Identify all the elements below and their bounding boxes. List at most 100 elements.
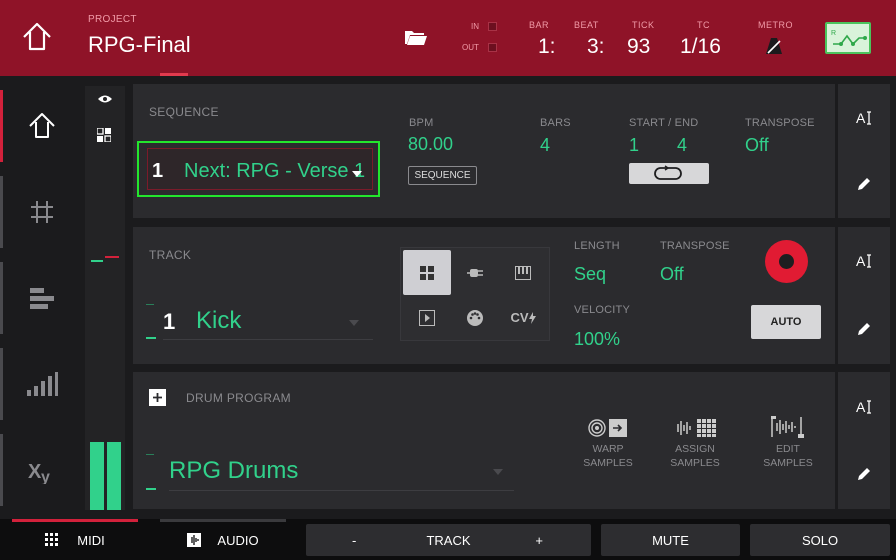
chevron-down-icon[interactable]	[349, 320, 359, 326]
loop-start-value[interactable]: 1	[629, 135, 639, 156]
pad-grid-icon[interactable]	[97, 128, 111, 142]
sequence-transpose-label: TRANSPOSE	[745, 117, 815, 129]
record-icon	[779, 254, 794, 269]
edit-pencil-icon[interactable]	[856, 176, 872, 192]
warp-line1: WARP	[592, 443, 624, 455]
nav-active-bar	[0, 90, 3, 162]
folder-icon[interactable]	[404, 28, 428, 46]
tc-label: TC	[697, 20, 710, 30]
track-transpose-value[interactable]: Off	[660, 264, 684, 285]
velocity-value[interactable]: 100%	[574, 329, 620, 350]
track-name[interactable]: Kick	[196, 307, 241, 335]
track-type-drum[interactable]	[403, 250, 451, 295]
mixer-levels-icon	[26, 372, 58, 396]
header-underline	[0, 73, 896, 76]
mute-button[interactable]: MUTE	[601, 524, 740, 556]
assign-line1: ASSIGN	[675, 443, 715, 455]
length-value[interactable]: Seq	[574, 264, 606, 285]
program-name-underline	[169, 490, 514, 491]
home-icon[interactable]	[20, 20, 54, 54]
tick-value[interactable]: 93	[627, 35, 650, 59]
track-nav-group: - TRACK +	[306, 524, 591, 556]
nav-list[interactable]	[0, 258, 83, 338]
track-type-clip[interactable]	[403, 295, 451, 340]
program-panel: DRUM PROGRAM RPG Drums WARP SAMPLES ASSI…	[133, 372, 835, 509]
edit-pencil-icon[interactable]	[856, 321, 872, 337]
bars-label: BARS	[540, 117, 571, 129]
svg-text:X: X	[28, 461, 42, 483]
edit-samples-icon	[771, 416, 804, 438]
track-type-cv[interactable]: CV	[499, 295, 547, 340]
out-label: OUT	[462, 43, 479, 52]
assign-samples-icon	[677, 419, 716, 437]
automation-toggle-button[interactable]: R	[825, 22, 871, 54]
audio-wave-icon	[187, 533, 202, 547]
svg-text:A: A	[856, 399, 866, 415]
loop-toggle-button[interactable]	[629, 163, 709, 184]
sequence-name: Next: RPG - Verse 1	[184, 160, 366, 182]
drum-pads-icon	[420, 265, 434, 280]
record-arm-button[interactable]	[765, 240, 808, 283]
warp-samples-button[interactable]: WARP SAMPLES	[568, 410, 648, 470]
chevron-down-icon[interactable]	[493, 469, 503, 475]
program-indicator-top	[146, 454, 154, 455]
level-meter-column	[85, 86, 125, 510]
svg-text:y: y	[41, 469, 50, 484]
edit-samples-button[interactable]: EDIT SAMPLES	[748, 410, 828, 470]
loop-end-value[interactable]: 4	[677, 135, 687, 156]
level-meter-right	[107, 442, 121, 510]
bpm-label: BPM	[409, 117, 434, 129]
program-name[interactable]: RPG Drums	[169, 457, 298, 485]
program-indicator-bottom	[146, 488, 156, 490]
previous-track-button[interactable]: -	[352, 533, 356, 548]
project-label: PROJECT	[88, 14, 137, 25]
eye-icon[interactable]	[97, 94, 113, 104]
bars-value[interactable]: 4	[540, 135, 550, 156]
header-bar: PROJECT RPG-Final IN OUT BAR 1: BEAT 3: …	[0, 0, 896, 73]
length-label: LENGTH	[574, 240, 620, 252]
next-track-button[interactable]: +	[535, 533, 543, 548]
track-label: TRACK	[149, 248, 192, 262]
rename-text-icon[interactable]: A	[856, 399, 874, 415]
sequence-number: 1	[152, 160, 164, 182]
track-type-plugin[interactable]	[451, 250, 499, 295]
nav-grid[interactable]	[0, 172, 83, 252]
beat-value[interactable]: 3:	[587, 35, 605, 59]
assign-samples-button[interactable]: ASSIGN SAMPLES	[655, 410, 735, 470]
nav-main[interactable]	[0, 86, 83, 166]
automation-button[interactable]: AUTO	[751, 305, 821, 339]
audio-tab[interactable]: AUDIO	[160, 524, 286, 556]
track-type-midi[interactable]	[451, 295, 499, 340]
tc-value[interactable]: 1/16	[680, 35, 721, 59]
svg-text:A: A	[856, 253, 866, 269]
edit-pencil-icon[interactable]	[856, 466, 872, 482]
keyboard-icon	[515, 265, 531, 280]
sequence-selector-focus[interactable]: 1 Next: RPG - Verse 1	[137, 141, 380, 197]
bpm-mode-button[interactable]: SEQUENCE	[408, 166, 477, 185]
solo-button[interactable]: SOLO	[750, 524, 890, 556]
add-program-icon[interactable]	[149, 389, 166, 406]
audio-label: AUDIO	[217, 532, 259, 548]
sequence-transpose-value[interactable]: Off	[745, 135, 769, 156]
chevron-down-icon	[352, 171, 362, 177]
lightning-icon	[528, 311, 536, 324]
midi-tab[interactable]: MIDI	[12, 524, 138, 556]
rename-text-icon[interactable]: A	[856, 253, 874, 269]
track-number: 1	[163, 309, 176, 334]
sequence-selector[interactable]: 1 Next: RPG - Verse 1	[147, 148, 373, 190]
track-type-keygroup[interactable]	[499, 250, 547, 295]
audio-indicator	[160, 519, 286, 522]
pad-grid-icon	[45, 533, 59, 546]
project-name[interactable]: RPG-Final	[88, 32, 191, 58]
metronome-icon[interactable]	[765, 37, 783, 55]
midi-active-indicator	[12, 519, 138, 522]
cv-label: CV	[510, 310, 529, 325]
nav-levels[interactable]	[0, 344, 83, 424]
bar-value[interactable]: 1:	[538, 35, 556, 59]
rename-text-icon[interactable]: A	[856, 110, 874, 126]
nav-bar	[0, 434, 3, 506]
edit-line1: EDIT	[776, 443, 800, 455]
nav-xy[interactable]: Xy	[0, 430, 83, 510]
bpm-value[interactable]: 80.00	[408, 134, 453, 155]
midi-label: MIDI	[77, 532, 105, 548]
